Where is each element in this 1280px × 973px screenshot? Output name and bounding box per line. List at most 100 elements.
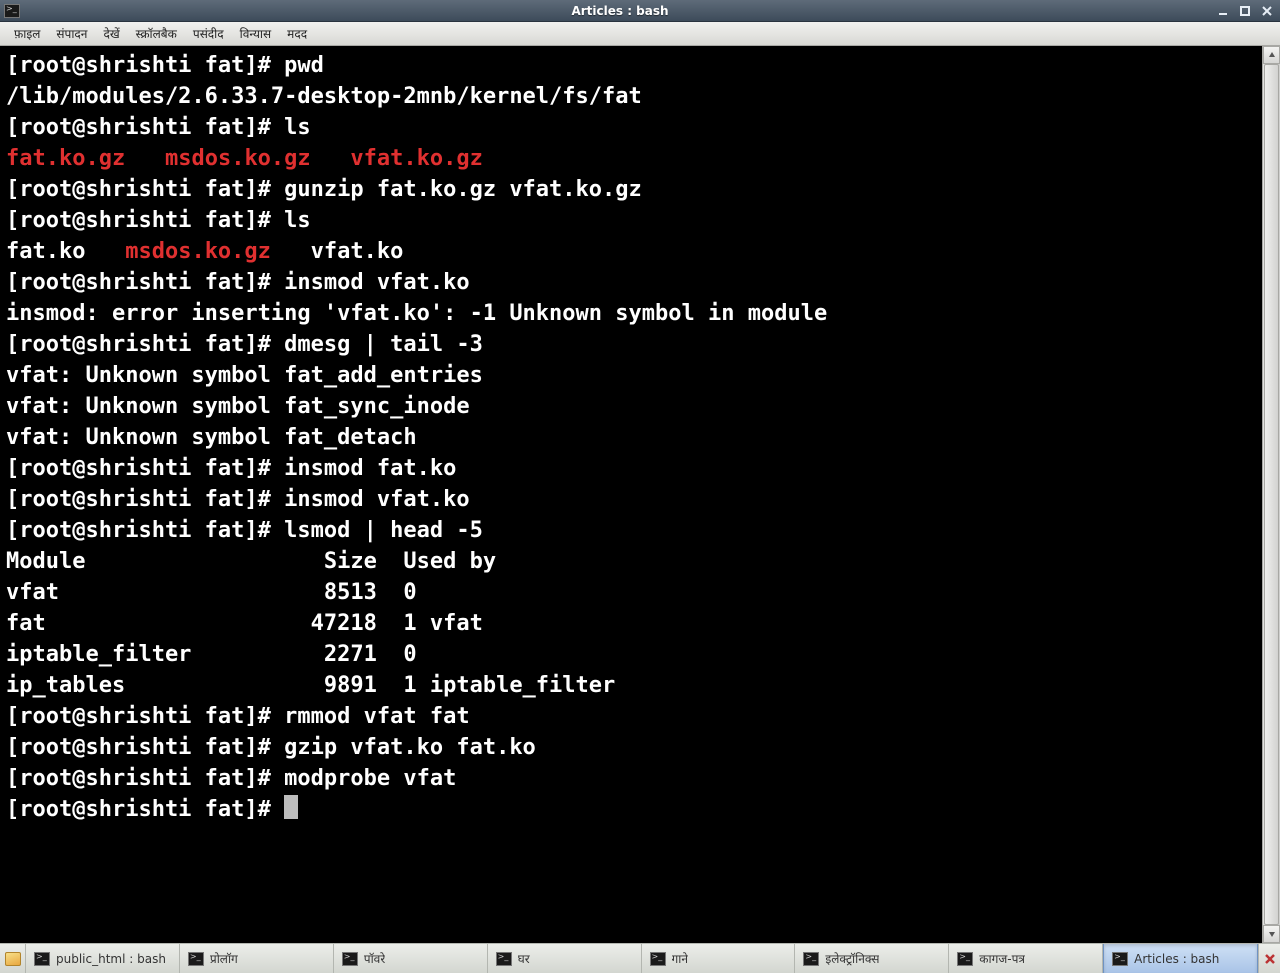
- cursor: [284, 795, 298, 819]
- scroll-thumb[interactable]: [1264, 64, 1279, 925]
- terminal-text: [root@shrishti fat]# rmmod vfat fat: [6, 704, 470, 729]
- terminal-text: [root@shrishti fat]# gunzip fat.ko.gz vf…: [6, 177, 642, 202]
- terminal-text: msdos.ko.gz: [125, 239, 271, 264]
- terminal-text: vfat.ko: [271, 239, 403, 264]
- terminal-text: [root@shrishti fat]# insmod vfat.ko: [6, 270, 470, 295]
- menu-item-3[interactable]: स्क्रॉलबैक: [128, 23, 185, 44]
- terminal-text: [root@shrishti fat]# lsmod | head -5: [6, 518, 483, 543]
- taskbar-item-4[interactable]: गाने: [642, 944, 796, 973]
- terminal-text: fat 47218 1 vfat: [6, 611, 483, 636]
- terminal-icon: [4, 4, 20, 18]
- taskbar-item-label: गाने: [672, 950, 689, 967]
- menu-item-0[interactable]: फ़ाइल: [6, 23, 48, 44]
- terminal-icon: [1112, 952, 1128, 966]
- terminal-text: [root@shrishti fat]# modprobe vfat: [6, 766, 456, 791]
- terminal-line: fat.ko.gz msdos.ko.gz vfat.ko.gz: [6, 143, 1262, 174]
- taskbar-item-label: Articles : bash: [1134, 952, 1219, 966]
- terminal-line: insmod: error inserting 'vfat.ko': -1 Un…: [6, 298, 1262, 329]
- vertical-scrollbar[interactable]: [1262, 46, 1280, 943]
- scroll-track[interactable]: [1263, 64, 1280, 925]
- terminal-text: vfat: Unknown symbol fat_detach: [6, 425, 417, 450]
- terminal-icon: [496, 952, 512, 966]
- terminal-text: [root@shrishti fat]# ls: [6, 208, 311, 233]
- terminal-text: ip_tables 9891 1 iptable_filter: [6, 673, 615, 698]
- taskbar-item-label: पॉवरे: [364, 950, 386, 967]
- scroll-up-button[interactable]: [1263, 46, 1280, 64]
- window-controls: [1214, 3, 1276, 19]
- taskbar-item-1[interactable]: प्रोलॉग: [180, 944, 334, 973]
- terminal-line: ip_tables 9891 1 iptable_filter: [6, 670, 1262, 701]
- menu-item-4[interactable]: पसंदीद: [185, 23, 232, 44]
- taskbar: public_html : bash प्रोलॉग पॉवरे घर गाने इलेक…: [0, 943, 1280, 973]
- terminal-text: msdos.ko.gz: [165, 146, 311, 171]
- terminal-line: [root@shrishti fat]# insmod fat.ko: [6, 453, 1262, 484]
- terminal-text: [root@shrishti fat]# ls: [6, 115, 311, 140]
- terminal-line: [root@shrishti fat]# gunzip fat.ko.gz vf…: [6, 174, 1262, 205]
- terminal-text: vfat: Unknown symbol fat_sync_inode: [6, 394, 470, 419]
- terminal-line: fat 47218 1 vfat: [6, 608, 1262, 639]
- terminal-line: vfat: Unknown symbol fat_sync_inode: [6, 391, 1262, 422]
- terminal-text: [311, 146, 351, 171]
- menu-item-1[interactable]: संपादन: [48, 23, 95, 44]
- taskbar-item-label: public_html : bash: [56, 952, 166, 966]
- terminal-text: [root@shrishti fat]#: [6, 797, 284, 822]
- terminal-text: vfat: Unknown symbol fat_add_entries: [6, 363, 483, 388]
- taskbar-item-0[interactable]: public_html : bash: [26, 944, 180, 973]
- terminal-text: [root@shrishti fat]# pwd: [6, 53, 324, 78]
- terminal-line: [root@shrishti fat]# pwd: [6, 50, 1262, 81]
- terminal-text: vfat 8513 0: [6, 580, 417, 605]
- terminal-line: [root@shrishti fat]# modprobe vfat: [6, 763, 1262, 794]
- terminal-line: vfat: Unknown symbol fat_add_entries: [6, 360, 1262, 391]
- terminal-text: Module Size Used by: [6, 549, 496, 574]
- terminal[interactable]: [root@shrishti fat]# pwd/lib/modules/2.6…: [0, 46, 1262, 943]
- menubar: फ़ाइलसंपादनदेखेंस्क्रॉलबैकपसंदीदविन्यासम…: [0, 22, 1280, 46]
- minimize-button[interactable]: [1214, 3, 1232, 19]
- terminal-text: insmod: error inserting 'vfat.ko': -1 Un…: [6, 301, 827, 326]
- terminal-text: iptable_filter 2271 0: [6, 642, 417, 667]
- taskbar-close-button[interactable]: [1258, 944, 1280, 973]
- terminal-line: iptable_filter 2271 0: [6, 639, 1262, 670]
- terminal-line: [root@shrishti fat]# gzip vfat.ko fat.ko: [6, 732, 1262, 763]
- terminal-icon: [188, 952, 204, 966]
- menu-item-2[interactable]: देखें: [95, 23, 127, 44]
- terminal-line: [root@shrishti fat]# lsmod | head -5: [6, 515, 1262, 546]
- scroll-down-button[interactable]: [1263, 925, 1280, 943]
- maximize-button[interactable]: [1236, 3, 1254, 19]
- terminal-line: [root@shrishti fat]#: [6, 794, 1262, 825]
- taskbar-item-label: प्रोलॉग: [210, 950, 238, 967]
- terminal-line: Module Size Used by: [6, 546, 1262, 577]
- terminal-text: /lib/modules/2.6.33.7-desktop-2mnb/kerne…: [6, 84, 642, 109]
- terminal-icon: [34, 952, 50, 966]
- taskbar-item-3[interactable]: घर: [488, 944, 642, 973]
- taskbar-item-2[interactable]: पॉवरे: [334, 944, 488, 973]
- menu-item-5[interactable]: विन्यास: [232, 23, 280, 44]
- terminal-text: [root@shrishti fat]# gzip vfat.ko fat.ko: [6, 735, 536, 760]
- titlebar: Articles : bash: [0, 0, 1280, 22]
- terminal-line: [root@shrishti fat]# insmod vfat.ko: [6, 267, 1262, 298]
- terminal-text: fat.ko: [6, 239, 125, 264]
- terminal-area: [root@shrishti fat]# pwd/lib/modules/2.6…: [0, 46, 1280, 943]
- terminal-line: [root@shrishti fat]# dmesg | tail -3: [6, 329, 1262, 360]
- terminal-line: [root@shrishti fat]# ls: [6, 205, 1262, 236]
- taskbar-item-5[interactable]: इलेक्ट्रॉनिक्स: [795, 944, 949, 973]
- taskbar-item-label: इलेक्ट्रॉनिक्स: [825, 950, 879, 967]
- terminal-text: [root@shrishti fat]# insmod vfat.ko: [6, 487, 470, 512]
- terminal-line: [root@shrishti fat]# insmod vfat.ko: [6, 484, 1262, 515]
- desktop-icon: [5, 952, 21, 966]
- terminal-text: fat.ko.gz: [6, 146, 125, 171]
- terminal-text: vfat.ko.gz: [350, 146, 482, 171]
- terminal-icon: [803, 952, 819, 966]
- terminal-icon: [650, 952, 666, 966]
- window-title: Articles : bash: [26, 4, 1214, 18]
- terminal-line: fat.ko msdos.ko.gz vfat.ko: [6, 236, 1262, 267]
- taskbar-item-7[interactable]: Articles : bash: [1103, 944, 1258, 973]
- show-desktop-button[interactable]: [0, 944, 26, 973]
- terminal-line: /lib/modules/2.6.33.7-desktop-2mnb/kerne…: [6, 81, 1262, 112]
- close-button[interactable]: [1258, 3, 1276, 19]
- terminal-line: vfat 8513 0: [6, 577, 1262, 608]
- terminal-line: vfat: Unknown symbol fat_detach: [6, 422, 1262, 453]
- terminal-text: [root@shrishti fat]# insmod fat.ko: [6, 456, 456, 481]
- menu-item-6[interactable]: मदद: [279, 23, 315, 44]
- terminal-line: [root@shrishti fat]# ls: [6, 112, 1262, 143]
- taskbar-item-6[interactable]: कागज-पत्र: [949, 944, 1103, 973]
